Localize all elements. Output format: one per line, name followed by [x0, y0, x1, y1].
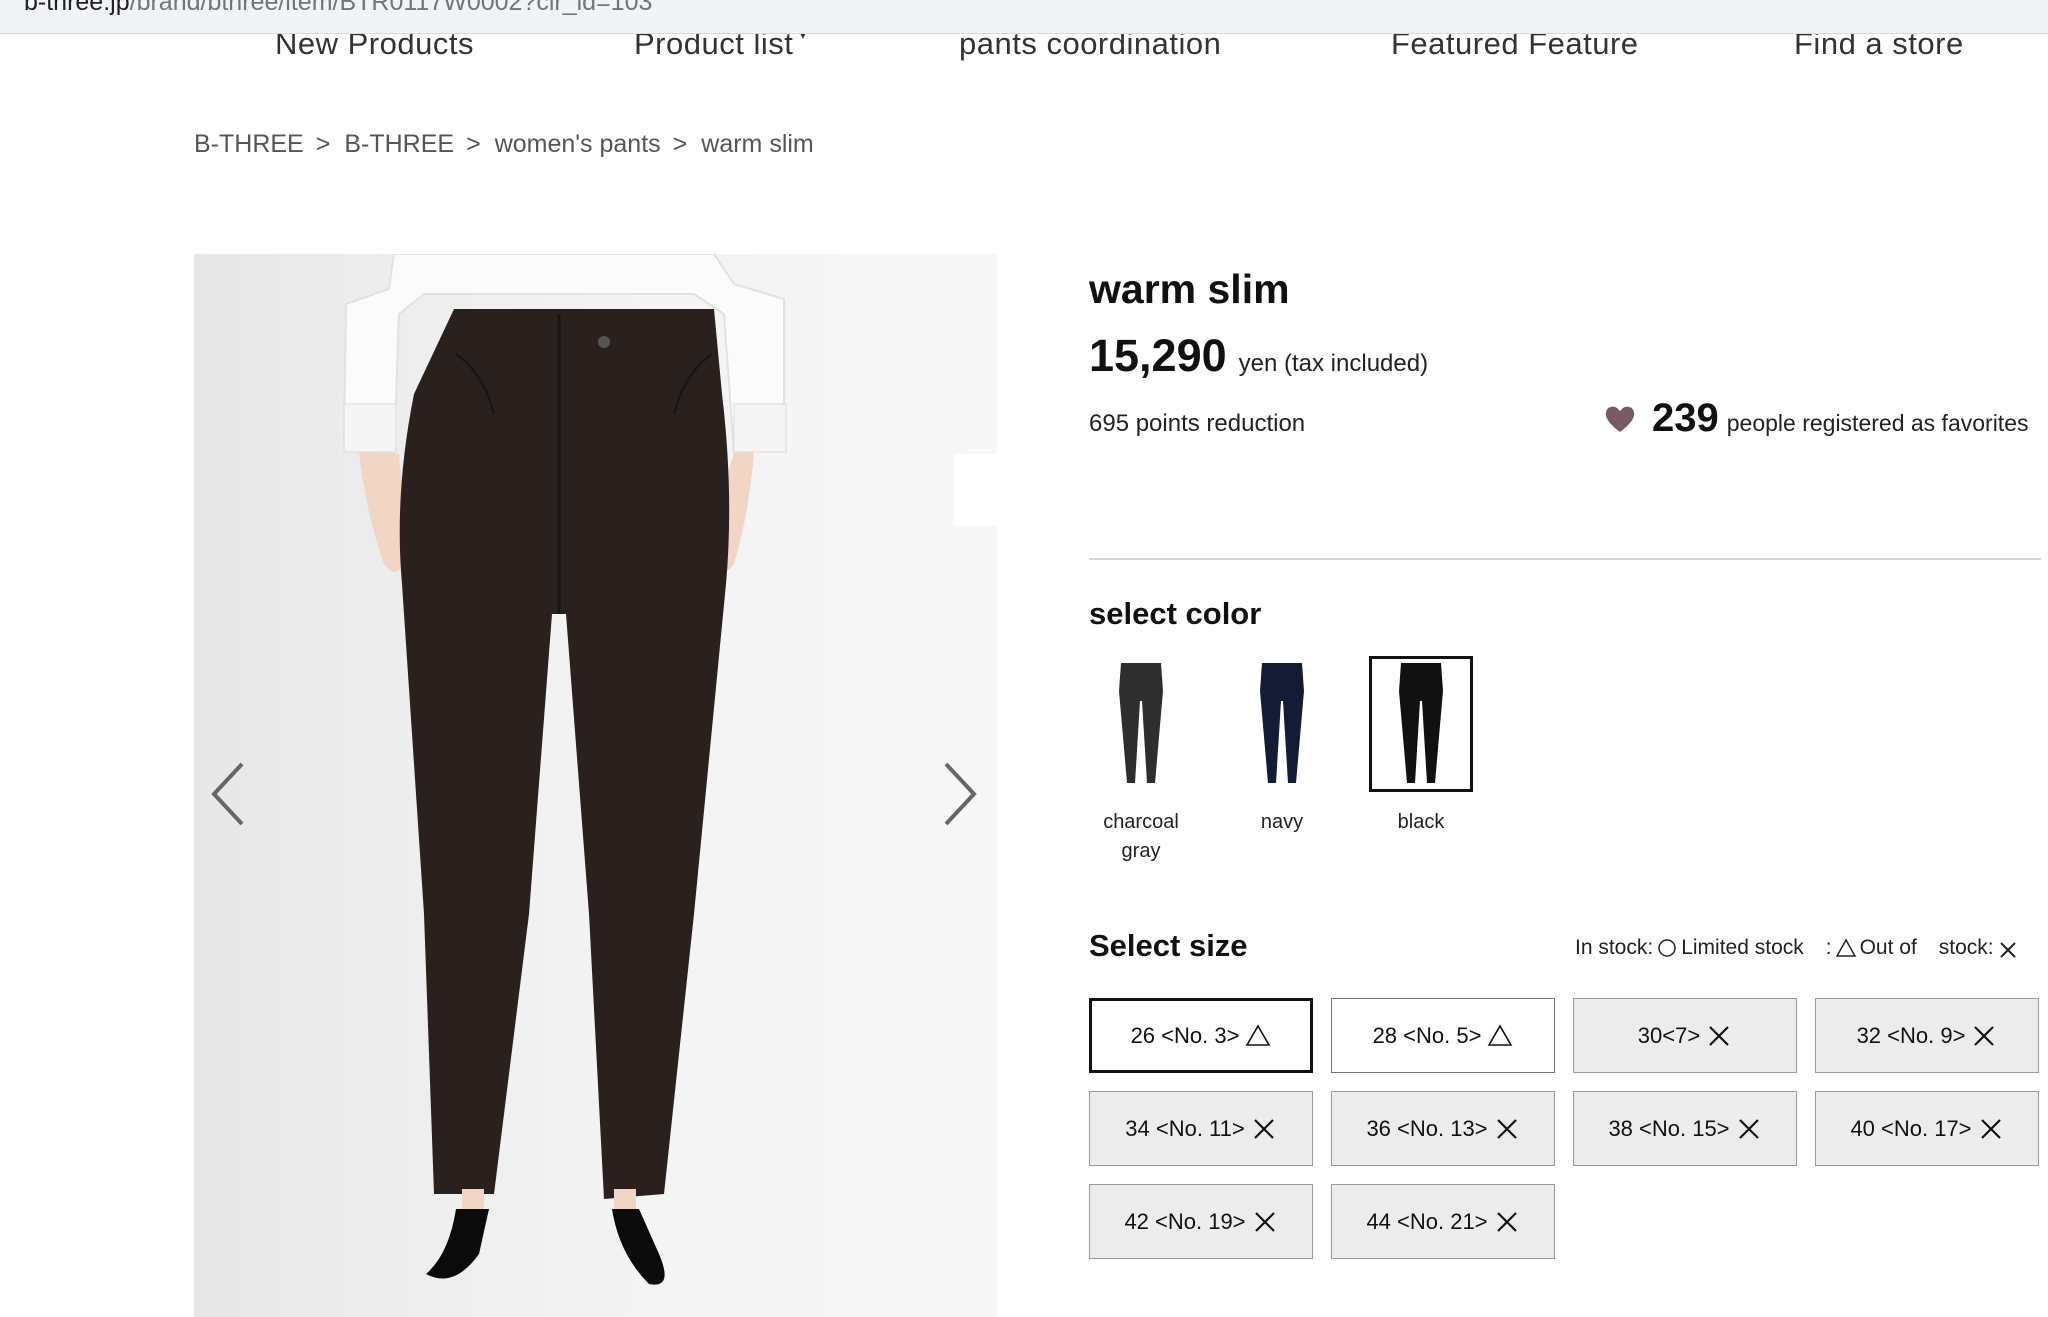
- triangle-icon: [1488, 1023, 1513, 1046]
- size-option-button[interactable]: 30<7>: [1573, 998, 1797, 1073]
- size-option-button[interactable]: 44 <No. 21>: [1331, 1184, 1555, 1259]
- cross-icon: [1254, 1211, 1275, 1232]
- nav-new-products[interactable]: New Products: [275, 34, 474, 62]
- size-option-button[interactable]: 32 <No. 9>: [1815, 998, 2039, 1073]
- url-text[interactable]: b-three.jp/brand/bthree/item/BTR0117W000…: [24, 0, 652, 17]
- breadcrumb-item[interactable]: B-THREE: [344, 130, 454, 159]
- product-image-gallery[interactable]: [194, 254, 997, 1317]
- nav-find-a-store[interactable]: Find a store: [1794, 34, 1964, 62]
- cross-icon: [1999, 942, 2016, 958]
- caret-down-icon: ▾: [799, 34, 807, 42]
- legend-limited: Limited stock: [1681, 936, 1804, 959]
- breadcrumb: B-THREE > B-THREE > women's pants > warm…: [194, 130, 814, 159]
- product-photo: [342, 254, 787, 1285]
- image-overlay: [954, 454, 997, 526]
- cross-icon: [1709, 1025, 1729, 1046]
- size-option-button[interactable]: 38 <No. 15>: [1573, 1091, 1797, 1166]
- price: 15,290 yen (tax included): [1089, 330, 1428, 382]
- points-reduction: 695 points reduction: [1089, 410, 1306, 437]
- color-option-navy[interactable]: navy: [1230, 656, 1334, 837]
- nav-pants-coordination[interactable]: pants coordination: [959, 34, 1221, 62]
- color-thumbnail: [1369, 656, 1473, 792]
- section-divider: [1089, 558, 2041, 560]
- pants-thumbnail-icon: [1260, 663, 1304, 783]
- size-option-button[interactable]: 36 <No. 13>: [1331, 1091, 1555, 1166]
- cross-icon: [1496, 1211, 1517, 1232]
- pants-thumbnail-icon: [1119, 663, 1163, 783]
- breadcrumb-item[interactable]: women's pants: [495, 130, 661, 159]
- price-value: 15,290: [1089, 330, 1227, 381]
- circle-icon: [1658, 939, 1676, 957]
- color-label: charcoal gray: [1103, 811, 1179, 862]
- breadcrumb-item[interactable]: B-THREE: [194, 130, 304, 159]
- color-thumbnail: [1089, 656, 1193, 792]
- size-label: 38 <No. 15>: [1608, 1115, 1730, 1141]
- size-option-button[interactable]: 40 <No. 17>: [1815, 1091, 2039, 1166]
- legend-in-stock: In stock:: [1575, 936, 1654, 959]
- select-color-heading: select color: [1089, 596, 1262, 631]
- breadcrumb-separator: >: [315, 130, 331, 158]
- top-navigation: New Products Product list ▾ pants coordin…: [0, 34, 2048, 74]
- address-bar[interactable]: b-three.jp/brand/bthree/item/BTR0117W000…: [0, 0, 2048, 34]
- pants-thumbnail-icon: [1399, 663, 1443, 783]
- price-unit: yen (tax included): [1238, 350, 1429, 377]
- legend-stock: stock:: [1938, 936, 1994, 959]
- size-option-button[interactable]: 42 <No. 19>: [1089, 1184, 1313, 1259]
- cross-icon: [1496, 1118, 1517, 1139]
- cross-icon: [1253, 1118, 1274, 1139]
- cross-icon: [1980, 1118, 2001, 1139]
- chevron-left-icon[interactable]: [204, 754, 254, 834]
- chevron-right-icon[interactable]: [934, 754, 984, 834]
- stock-legend: In stock: Limited stock : Out of stock:: [1575, 936, 2022, 960]
- size-label: 42 <No. 19>: [1124, 1208, 1246, 1234]
- size-label: 44 <No. 21>: [1366, 1208, 1488, 1234]
- color-option-charcoal-gray[interactable]: charcoal gray: [1089, 656, 1193, 866]
- size-option-button[interactable]: 34 <No. 11>: [1089, 1091, 1313, 1166]
- color-option-black[interactable]: black: [1369, 656, 1473, 837]
- product-title: warm slim: [1089, 266, 1290, 312]
- nav-product-list-label: Product list: [634, 34, 794, 61]
- url-path: /brand/bthree/item/BTR0117W0002?clr_id=1…: [129, 0, 653, 16]
- breadcrumb-current: warm slim: [701, 130, 814, 158]
- breadcrumb-separator: >: [466, 130, 481, 158]
- heart-icon[interactable]: [1604, 404, 1636, 434]
- favorites-label: people registered as favorites: [1726, 410, 2029, 436]
- size-label: 28 <No. 5>: [1372, 1022, 1482, 1048]
- select-size-heading: Select size: [1089, 928, 1248, 963]
- nav-product-list[interactable]: Product list ▾: [634, 34, 807, 62]
- breadcrumb-separator: >: [672, 130, 688, 158]
- color-thumbnail: [1230, 656, 1334, 792]
- cross-icon: [1738, 1118, 1759, 1139]
- size-option-button[interactable]: 26 <No. 3>: [1089, 998, 1313, 1073]
- triangle-icon: [1246, 1023, 1271, 1046]
- size-label: 34 <No. 11>: [1125, 1115, 1245, 1141]
- color-label: black: [1397, 811, 1445, 833]
- size-label: 30<7>: [1637, 1022, 1701, 1048]
- nav-featured-feature[interactable]: Featured Feature: [1391, 34, 1639, 62]
- legend-out-of: Out of: [1859, 936, 1917, 959]
- size-label: 36 <No. 13>: [1366, 1115, 1488, 1141]
- size-label: 40 <No. 17>: [1850, 1115, 1972, 1141]
- favorites-count: 239: [1652, 396, 1719, 440]
- url-host: b-three.jp: [24, 0, 130, 16]
- triangle-icon: [1835, 938, 1856, 957]
- favorites-counter: 239 people registered as favorites: [1604, 396, 2028, 441]
- size-label: 26 <No. 3>: [1130, 1022, 1240, 1048]
- size-option-button[interactable]: 28 <No. 5>: [1331, 998, 1555, 1073]
- size-label: 32 <No. 9>: [1856, 1022, 1966, 1048]
- cross-icon: [1974, 1025, 1995, 1046]
- legend-out-prefix: :: [1825, 936, 1832, 959]
- color-label: navy: [1260, 811, 1304, 833]
